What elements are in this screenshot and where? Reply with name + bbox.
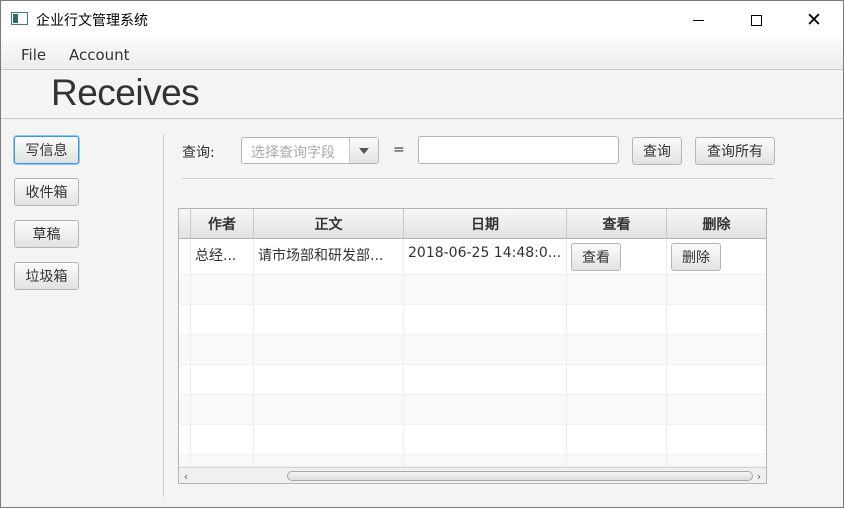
trash-button[interactable]: 垃圾箱 xyxy=(14,262,79,290)
minimize-button[interactable] xyxy=(669,1,727,39)
query-field-placeholder: 选择查询字段 xyxy=(251,145,335,161)
table-row-empty xyxy=(179,275,766,305)
query-all-button[interactable]: 查询所有 xyxy=(695,137,775,165)
table-row-empty xyxy=(179,335,766,365)
window-title: 企业行文管理系统 xyxy=(36,13,148,29)
cell-date: 2018-06-25 14:48:0... xyxy=(404,239,567,274)
sidebar-divider xyxy=(163,134,164,497)
table-row[interactable]: 总经... 请市场部和研发部... 2018-06-25 14:48:0... … xyxy=(179,239,766,275)
table-row-empty xyxy=(179,455,766,467)
table-row-empty xyxy=(179,305,766,335)
column-header-date[interactable]: 日期 xyxy=(404,209,567,239)
page-header: Receives xyxy=(1,70,843,119)
cell-partial xyxy=(179,239,191,274)
title-bar: 企业行文管理系统 ✕ xyxy=(1,1,843,39)
compose-button[interactable]: 写信息 xyxy=(14,136,79,164)
menu-bar: File Account xyxy=(1,39,843,70)
query-label: 查询: xyxy=(182,145,215,161)
equals-label: = xyxy=(393,142,405,158)
column-header-body[interactable]: 正文 xyxy=(254,209,404,239)
table-header: 作者 正文 日期 查看 删除 xyxy=(179,209,766,239)
close-button[interactable]: ✕ xyxy=(785,1,843,39)
app-icon xyxy=(11,12,28,25)
scroll-left-icon[interactable]: ‹ xyxy=(180,470,192,483)
chevron-down-icon xyxy=(359,147,369,154)
query-value-input[interactable] xyxy=(418,136,619,164)
delete-button[interactable]: 删除 xyxy=(671,243,721,271)
close-icon: ✕ xyxy=(806,9,822,31)
table-row-empty xyxy=(179,425,766,455)
page-title: Receives xyxy=(51,72,200,113)
column-header-delete[interactable]: 删除 xyxy=(667,209,766,239)
messages-table: 作者 正文 日期 查看 删除 总经... 请市场部和研发部... 2018-06… xyxy=(178,208,767,484)
horizontal-scrollbar[interactable]: ‹ › xyxy=(179,467,766,483)
search-divider xyxy=(182,178,774,179)
column-header-partial[interactable] xyxy=(179,209,191,239)
scroll-right-icon[interactable]: › xyxy=(753,470,765,483)
query-field-select[interactable]: 选择查询字段 xyxy=(241,137,379,164)
cell-delete: 删除 xyxy=(667,239,766,274)
inbox-button[interactable]: 收件箱 xyxy=(14,178,79,206)
minimize-icon xyxy=(692,19,704,21)
table-body: 总经... 请市场部和研发部... 2018-06-25 14:48:0... … xyxy=(179,239,766,467)
cell-view: 查看 xyxy=(567,239,667,274)
drafts-button[interactable]: 草稿 xyxy=(14,220,79,248)
cell-author: 总经... xyxy=(191,239,254,274)
table-row-empty xyxy=(179,395,766,425)
query-button[interactable]: 查询 xyxy=(632,137,682,165)
dropdown-arrow-button[interactable] xyxy=(349,138,378,163)
scroll-thumb[interactable] xyxy=(287,471,753,481)
column-header-view[interactable]: 查看 xyxy=(567,209,667,239)
menu-account[interactable]: Account xyxy=(69,46,130,64)
maximize-button[interactable] xyxy=(727,1,785,39)
cell-body: 请市场部和研发部... xyxy=(254,239,404,274)
view-button[interactable]: 查看 xyxy=(571,243,621,271)
table-row-empty xyxy=(179,365,766,395)
column-header-author[interactable]: 作者 xyxy=(191,209,254,239)
menu-file[interactable]: File xyxy=(21,46,46,64)
maximize-icon xyxy=(750,14,762,26)
app-window: 企业行文管理系统 ✕ File Account Receives 写信息 收件箱… xyxy=(0,0,844,508)
